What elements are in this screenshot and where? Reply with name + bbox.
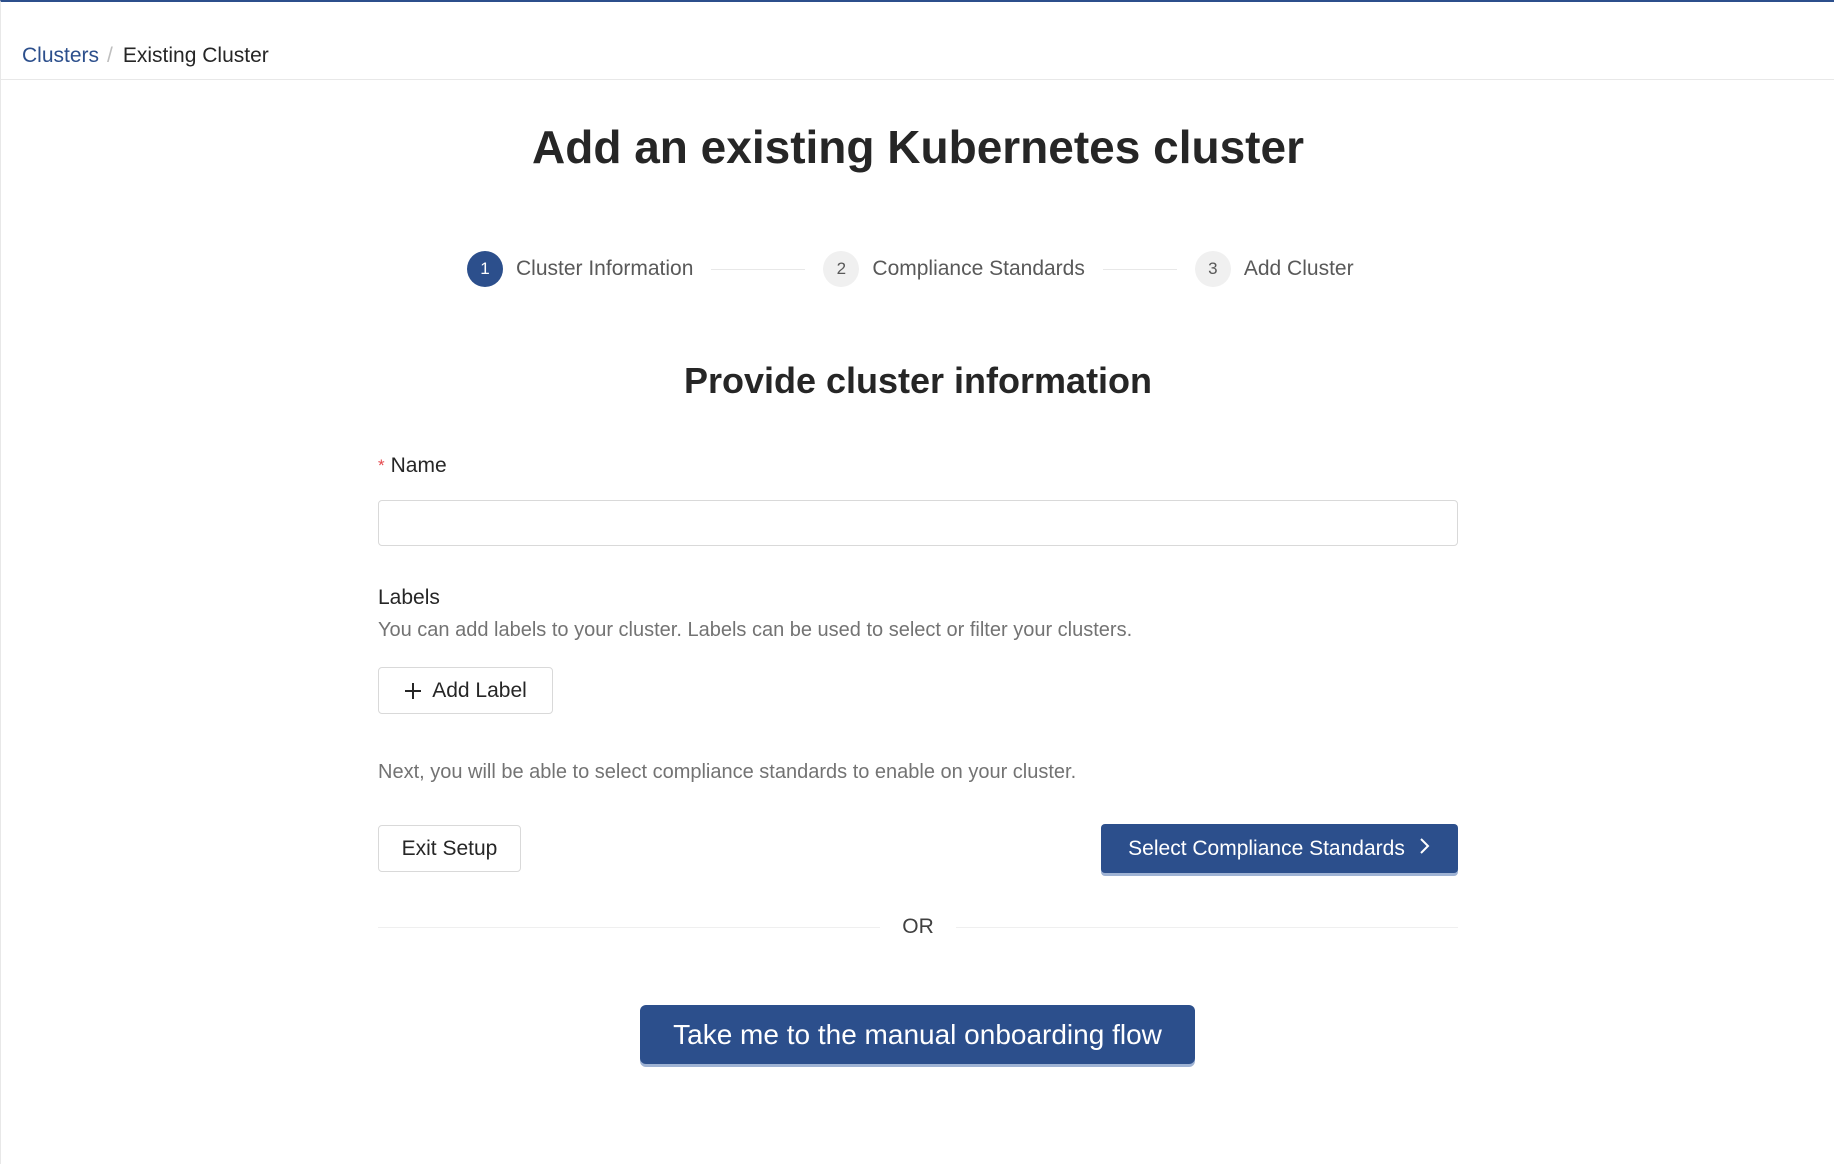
divider-text: OR xyxy=(902,915,934,938)
step-compliance-standards: 2 Compliance Standards xyxy=(823,251,1085,287)
select-compliance-standards-button[interactable]: Select Compliance Standards xyxy=(1101,824,1458,873)
step-label-1: Cluster Information xyxy=(516,257,694,280)
labels-section: Labels You can add labels to your cluste… xyxy=(378,586,1458,714)
divider-line-right xyxy=(955,926,1458,928)
breadcrumb-separator: / xyxy=(107,44,113,67)
steps: 1 Cluster Information 2 Compliance Stand… xyxy=(467,250,1354,288)
add-label-button[interactable]: Add Label xyxy=(378,667,553,714)
name-input[interactable] xyxy=(378,500,1458,546)
name-label: Name xyxy=(390,454,447,477)
add-label-button-text: Add Label xyxy=(432,678,527,702)
exit-setup-button[interactable]: Exit Setup xyxy=(378,825,521,872)
manual-onboarding-button[interactable]: Take me to the manual onboarding flow xyxy=(640,1005,1195,1064)
name-field-label: * Name xyxy=(378,454,1458,478)
required-mark: * xyxy=(378,456,385,475)
breadcrumb: Clusters / Existing Cluster xyxy=(22,44,269,68)
cluster-form: * Name Labels You can add labels to your… xyxy=(378,454,1458,939)
page-title: Add an existing Kubernetes cluster xyxy=(532,121,1304,173)
chevron-right-icon xyxy=(1419,837,1431,861)
labels-label: Labels xyxy=(378,586,440,609)
step-number-2: 2 xyxy=(823,251,860,287)
breadcrumb-bar: Clusters / Existing Cluster xyxy=(1,2,1834,80)
step-label-3: Add Cluster xyxy=(1243,257,1354,280)
labels-help-text: You can add labels to your cluster. Labe… xyxy=(378,619,1133,641)
next-step-hint: Next, you will be able to select complia… xyxy=(378,761,1077,783)
breadcrumb-clusters-link[interactable]: Clusters xyxy=(22,44,99,68)
section-title: Provide cluster information xyxy=(683,360,1153,401)
plus-icon xyxy=(404,678,422,704)
step-cluster-information: 1 Cluster Information xyxy=(467,251,693,287)
step-number-3: 3 xyxy=(1194,251,1231,287)
step-connector xyxy=(1102,268,1177,270)
step-number-1: 1 xyxy=(467,251,503,287)
select-compliance-standards-text: Select Compliance Standards xyxy=(1128,836,1405,860)
or-divider: OR xyxy=(378,915,1458,939)
page: Clusters / Existing Cluster Add an exist… xyxy=(0,0,1834,1164)
step-label-2: Compliance Standards xyxy=(872,257,1085,280)
step-connector xyxy=(711,268,806,270)
form-actions: Exit Setup Select Compliance Standards xyxy=(378,824,1458,873)
step-add-cluster: 3 Add Cluster xyxy=(1194,251,1354,287)
divider-line-left xyxy=(378,926,881,928)
breadcrumb-current: Existing Cluster xyxy=(122,44,269,67)
